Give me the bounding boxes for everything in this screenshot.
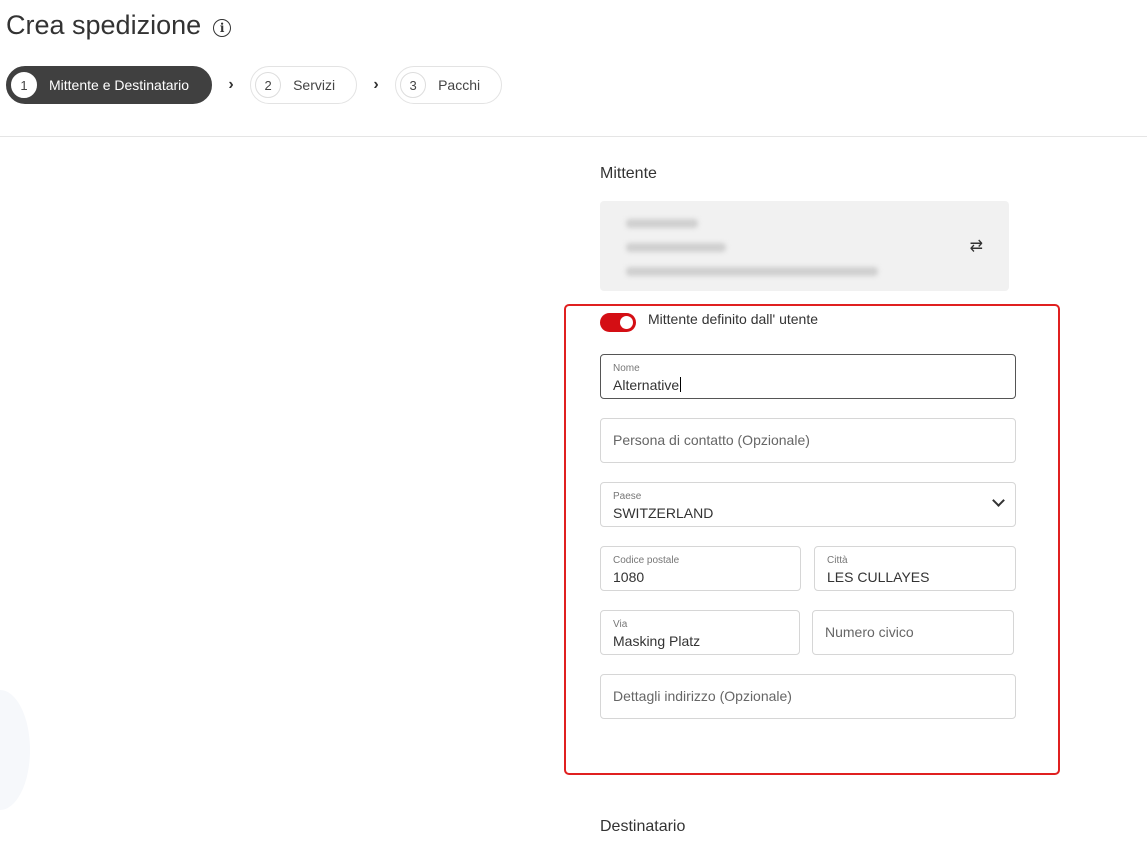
city-label: Città [827, 555, 848, 566]
street-label: Via [613, 619, 628, 630]
step-number: 1 [11, 72, 37, 98]
step-number: 3 [400, 72, 427, 98]
step-mittente-destinatario[interactable]: 1 Mittente e Destinatario [6, 66, 213, 104]
name-field[interactable]: Nome Alternative [600, 354, 1016, 399]
chevron-down-icon [992, 494, 1005, 507]
blurred-sender-company [626, 243, 726, 252]
step-servizi[interactable]: 2 Servizi [250, 66, 358, 104]
name-field-text: Alternative [613, 377, 680, 393]
name-field-value: Alternative [613, 377, 682, 393]
postal-code-label: Codice postale [613, 555, 680, 566]
header-divider [0, 136, 1147, 137]
page-title-text: Crea spedizione [6, 10, 202, 40]
chevron-right-icon: › [228, 76, 234, 93]
address-details-placeholder: Dettagli indirizzo (Opzionale) [613, 688, 792, 704]
name-field-label: Nome [613, 363, 640, 374]
stepper: 1 Mittente e Destinatario › 2 Servizi › … [6, 66, 503, 104]
address-details-field[interactable]: Dettagli indirizzo (Opzionale) [600, 674, 1016, 719]
swap-icon[interactable]: ⇄ [970, 236, 983, 256]
sender-section-title: Mittente [600, 165, 657, 182]
country-select-value: SWITZERLAND [613, 505, 714, 521]
house-number-placeholder: Numero civico [825, 624, 914, 640]
sender-card: ⇄ [600, 201, 1009, 291]
step-label: Pacchi [438, 77, 481, 93]
background-shape [0, 690, 30, 810]
text-caret [680, 377, 682, 392]
city-field[interactable]: Città LES CULLAYES [814, 546, 1016, 591]
postal-code-field[interactable]: Codice postale 1080 [600, 546, 801, 591]
recipient-section-title: Destinatario [600, 818, 686, 835]
country-select[interactable]: Paese SWITZERLAND [600, 482, 1016, 527]
info-icon[interactable]: i [213, 18, 232, 37]
contact-person-field[interactable]: Persona di contatto (Opzionale) [600, 418, 1016, 463]
step-label: Mittente e Destinatario [49, 77, 190, 93]
step-number: 2 [255, 72, 282, 98]
toggle-knob [620, 316, 633, 329]
blurred-sender-name [626, 219, 698, 228]
custom-sender-toggle[interactable] [600, 313, 636, 332]
chevron-right-icon: › [373, 76, 379, 93]
house-number-field[interactable]: Numero civico [812, 610, 1014, 655]
postal-code-value: 1080 [613, 569, 645, 585]
city-value: LES CULLAYES [827, 569, 930, 585]
step-pacchi[interactable]: 3 Pacchi [395, 66, 503, 104]
contact-person-placeholder: Persona di contatto (Opzionale) [613, 432, 810, 448]
country-select-label: Paese [613, 491, 642, 502]
custom-sender-toggle-label: Mittente definito dall' utente [648, 311, 819, 327]
page-title: Crea spedizione i [6, 10, 232, 41]
street-value: Masking Platz [613, 633, 701, 649]
street-field[interactable]: Via Masking Platz [600, 610, 800, 655]
step-label: Servizi [293, 77, 336, 93]
blurred-sender-address [626, 267, 878, 276]
